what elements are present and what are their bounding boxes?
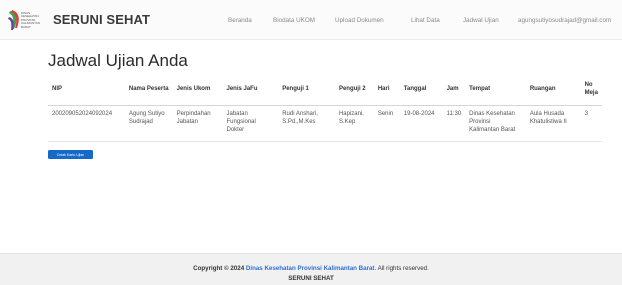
table-cell-penguji-2: Hapizani, S.Kep — [334, 105, 374, 142]
footer-org-link[interactable]: Dinas Kesehatan Provinsi Kalimantan Bara… — [246, 265, 375, 272]
table-cell-jam: 11:30 — [442, 105, 466, 142]
nav-link-lihat-data[interactable]: Lihat Data — [411, 17, 440, 24]
column-header-jam: Jam — [442, 73, 466, 106]
table-cell-no-meja: 3 — [580, 105, 602, 142]
column-header-nip: NIP — [48, 73, 125, 106]
table-row: 200209052024092024 Agung Sutiyo Sudrajad… — [48, 105, 602, 142]
nav-link-beranda[interactable]: Beranda — [228, 17, 252, 24]
column-header-jenis-jafu: Jenis JaFu — [222, 73, 279, 106]
table-cell-penguji-1: Rudi Anshari, S.Pd.,M.Kes — [278, 105, 335, 142]
logo-caption: DINAS KESEHATAN PROVINSI KALIMANTAN BARA… — [21, 11, 40, 30]
nav-link-biodata-ukom[interactable]: Biodata UKOM — [273, 17, 315, 24]
table-cell-nip: 200209052024092024 — [48, 105, 125, 142]
column-header-penguji-2: Penguji 2 — [334, 73, 374, 106]
table-cell-jenis-jafu: Jabatan Fungsional Dokter — [222, 105, 279, 142]
column-header-penguji-1: Penguji 1 — [278, 73, 335, 106]
column-header-hari: Hari — [373, 73, 400, 106]
table-cell-tempat: Dinas Kesehatan Provinsi Kalimantan Bara… — [465, 105, 526, 142]
brand-title[interactable]: SERUNI SEHAT — [53, 12, 150, 27]
footer-app-name: SERUNI SEHAT — [288, 275, 334, 282]
schedule-table: NIP Nama Peserta Jenis Ukom Jenis JaFu P… — [48, 73, 602, 142]
table-cell-nama-peserta: Agung Sutiyo Sudrajad — [124, 105, 173, 142]
nav-user-email[interactable]: agungsutiyosudrajad@gmail.com — [518, 17, 611, 24]
page: DINAS KESEHATAN PROVINSI KALIMANTAN BARA… — [0, 0, 622, 285]
ribbon-icon — [8, 9, 19, 30]
seruni-logo-icon: DINAS KESEHATAN PROVINSI KALIMANTAN BARA… — [8, 7, 48, 33]
column-header-nama-peserta: Nama Peserta — [124, 73, 173, 106]
column-header-no-meja: No Meja — [580, 73, 602, 106]
column-header-tempat: Tempat — [465, 73, 526, 106]
column-header-tanggal: Tanggal — [399, 73, 443, 106]
table-cell-tanggal: 19-08-2024 — [399, 105, 443, 142]
navbar: DINAS KESEHATAN PROVINSI KALIMANTAN BARA… — [0, 0, 622, 40]
nav-link-jadwal-ujian[interactable]: Jadwal Ujian — [463, 17, 499, 24]
table-cell-jenis-ukom: Perpindahan Jabatan — [172, 105, 223, 142]
column-header-jenis-ukom: Jenis Ukom — [172, 73, 223, 106]
print-exam-card-button[interactable]: Cetak Kartu Ujian — [48, 150, 93, 159]
column-header-ruangan: Ruangan — [525, 73, 581, 106]
page-title: Jadwal Ujian Anda — [48, 51, 188, 70]
footer-copyright-prefix: Copyright © 2024 — [193, 265, 245, 272]
logo-text-line: BARAT — [21, 24, 31, 29]
footer-rights-text: . All rights reserved. — [374, 265, 429, 272]
footer-copyright: Copyright © 2024 Dinas Kesehatan Provins… — [0, 265, 622, 272]
table-header-row: NIP Nama Peserta Jenis Ukom Jenis JaFu P… — [48, 73, 602, 106]
table-cell-ruangan: Aula Husada Khatulistiwa II — [525, 105, 581, 142]
footer: Copyright © 2024 Dinas Kesehatan Provins… — [0, 253, 622, 285]
nav-link-upload-dokumen[interactable]: Upload Dokumen — [335, 17, 384, 24]
table-cell-hari: Senin — [373, 105, 400, 142]
brand[interactable]: DINAS KESEHATAN PROVINSI KALIMANTAN BARA… — [8, 7, 150, 33]
